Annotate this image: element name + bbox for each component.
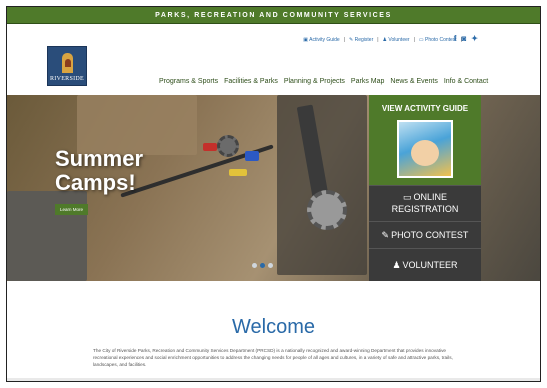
photo-contest-button[interactable]: ✎ PHOTO CONTEST bbox=[369, 221, 481, 248]
twitter-icon[interactable]: ✦ bbox=[471, 34, 478, 43]
nav-planning-projects[interactable]: Planning & Projects bbox=[284, 78, 345, 85]
online-label: ONLINE bbox=[413, 192, 448, 202]
edit-icon: ✎ bbox=[381, 230, 390, 240]
quick-links-panel: VIEW ACTIVITY GUIDE ▭ ONLINE REGISTRATION… bbox=[369, 95, 481, 281]
welcome-paragraph: The City of Riverside Parks, Recreation … bbox=[93, 348, 453, 367]
slide-dot-active[interactable] bbox=[260, 263, 265, 268]
activity-guide-cover-image[interactable] bbox=[397, 120, 453, 178]
lego-brick-image bbox=[245, 151, 259, 161]
photo-contest-link[interactable]: ▭ Photo Contest bbox=[419, 37, 457, 43]
nav-facilities-parks[interactable]: Facilities & Parks bbox=[224, 78, 278, 85]
volunteer-label: Volunteer bbox=[388, 37, 410, 43]
footer-strip bbox=[7, 378, 540, 381]
slide-indicators bbox=[252, 263, 273, 268]
headline-line: Summer bbox=[55, 146, 144, 171]
nav-info-contact[interactable]: Info & Contact bbox=[444, 78, 488, 85]
separator: | bbox=[343, 37, 346, 43]
volunteer-label: VOLUNTEER bbox=[402, 260, 458, 270]
nav-programs-sports[interactable]: Programs & Sports bbox=[159, 78, 218, 85]
laptop-icon: ▭ bbox=[402, 192, 412, 202]
instagram-icon[interactable]: ◙ bbox=[461, 34, 466, 43]
separator: | bbox=[377, 37, 379, 43]
activity-guide-promo[interactable]: VIEW ACTIVITY GUIDE bbox=[369, 95, 481, 185]
browser-page: PARKS, RECREATION AND COMMUNITY SERVICES… bbox=[6, 6, 541, 382]
lego-brick-image bbox=[229, 169, 247, 176]
welcome-title: Welcome bbox=[232, 316, 315, 338]
lego-brick-image bbox=[203, 143, 217, 151]
volunteer-button[interactable]: ♟ VOLUNTEER bbox=[369, 248, 481, 281]
photo-contest-label: Photo Contest bbox=[425, 37, 457, 43]
nav-parks-map[interactable]: Parks Map bbox=[351, 78, 384, 85]
gear-icon bbox=[217, 135, 239, 157]
register-link[interactable]: ✎ Register bbox=[349, 37, 373, 43]
separator: | bbox=[413, 37, 415, 43]
child-photo bbox=[411, 140, 439, 166]
activity-guide-label: Activity Guide bbox=[309, 37, 340, 43]
volunteer-link[interactable]: ♟ Volunteer bbox=[383, 37, 410, 43]
department-banner: PARKS, RECREATION AND COMMUNITY SERVICES bbox=[7, 7, 540, 24]
person-icon: ♟ bbox=[392, 260, 401, 270]
gear-icon bbox=[307, 190, 347, 230]
online-registration-button[interactable]: ▭ ONLINE REGISTRATION bbox=[369, 185, 481, 221]
hero-headline: Summer Camps! bbox=[55, 147, 143, 195]
welcome-section: Welcome The City of Riverside Parks, Rec… bbox=[7, 281, 540, 381]
site-header: RIVERSIDE ▣ Activity Guide | ✎ Register … bbox=[7, 24, 540, 95]
facebook-icon[interactable]: f bbox=[454, 34, 457, 43]
registration-label: REGISTRATION bbox=[391, 204, 459, 214]
city-logo[interactable]: RIVERSIDE bbox=[47, 46, 87, 86]
activity-guide-title: VIEW ACTIVITY GUIDE bbox=[381, 104, 469, 113]
utility-links: ▣ Activity Guide | ✎ Register | ♟ Volunt… bbox=[303, 37, 462, 43]
main-navigation: Programs & Sports Facilities & Parks Pla… bbox=[159, 78, 488, 85]
logo-text: RIVERSIDE bbox=[49, 76, 85, 82]
headline-line: Camps! bbox=[55, 170, 136, 195]
photo-contest-label: PHOTO CONTEST bbox=[391, 230, 469, 240]
department-title: PARKS, RECREATION AND COMMUNITY SERVICES bbox=[155, 12, 392, 19]
social-links: f ◙ ✦ bbox=[454, 34, 478, 43]
activity-guide-link[interactable]: ▣ Activity Guide bbox=[303, 37, 339, 43]
slide-dot[interactable] bbox=[252, 263, 257, 268]
nav-news-events[interactable]: News & Events bbox=[390, 78, 437, 85]
slide-dot[interactable] bbox=[268, 263, 273, 268]
register-label: Register bbox=[354, 37, 374, 43]
learn-more-button[interactable]: Learn More bbox=[55, 204, 89, 215]
bell-icon bbox=[65, 59, 71, 67]
